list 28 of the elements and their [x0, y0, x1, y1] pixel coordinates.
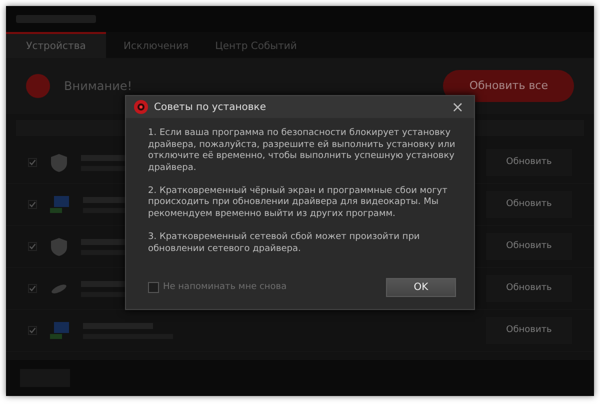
mouse-icon	[49, 284, 69, 294]
app-logo-icon	[134, 100, 148, 114]
tip-paragraph: 2. Кратковременный чёрный экран и программные сбои могут происходить при обновлении драйвера для видеокарты. Мы рекомендуем временно выйти из других программ.	[148, 186, 448, 221]
tab[interactable]: Устройства	[6, 32, 106, 58]
row-checkbox[interactable]	[28, 326, 37, 335]
update-button[interactable]: Обновить	[486, 232, 572, 260]
ok-button[interactable]: OK	[386, 278, 456, 297]
close-button[interactable]: ×	[449, 100, 466, 114]
row-checkbox[interactable]	[28, 284, 37, 293]
dialog-title: Советы по установке	[154, 100, 266, 114]
update-button[interactable]: Обновить	[486, 316, 572, 344]
tip-paragraph: 1. Если ваша программа по безопасности блокирует установку драйвера, пожалуйста, разрешите ей выполнить установку или отключите её временно, чтобы выполнить успешную установку драйвера.	[148, 128, 456, 175]
row-checkbox[interactable]	[28, 200, 37, 209]
row-checkbox[interactable]	[28, 242, 37, 251]
update-button[interactable]: Обновить	[486, 148, 572, 176]
warning-icon	[26, 74, 50, 98]
monitor-icon	[49, 194, 71, 214]
monitor-icon	[49, 320, 71, 340]
update-all-button[interactable]: Обновить все	[443, 70, 574, 102]
update-button[interactable]: Обновить	[486, 274, 572, 302]
alert-title: Внимание!	[64, 78, 132, 95]
row-checkbox[interactable]	[28, 158, 37, 167]
shield-icon	[49, 236, 69, 256]
checkbox-label: Не напоминать мне снова	[163, 280, 287, 294]
shield-icon	[49, 152, 69, 172]
update-button[interactable]: Обновить	[486, 190, 572, 218]
tip-paragraph: 3. Кратковременный сетевой сбой может произойти при обновлении сетевого драйвера.	[148, 232, 421, 256]
checkbox[interactable]	[148, 282, 159, 293]
